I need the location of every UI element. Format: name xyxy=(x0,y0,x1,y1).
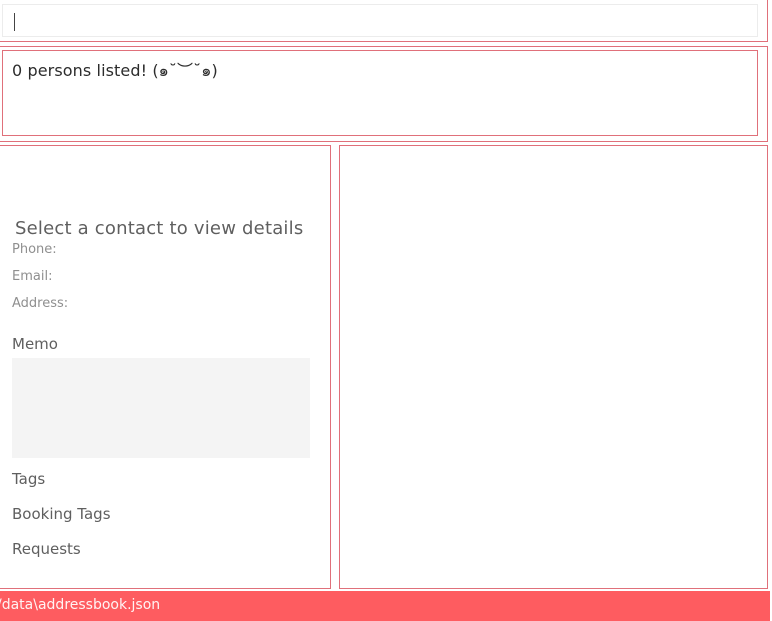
phone-label: Phone: xyxy=(12,242,57,257)
command-input[interactable] xyxy=(2,4,758,37)
app-window: 0 persons listed! (๑˘︶˘๑) Select a conta… xyxy=(0,0,772,621)
address-label: Address: xyxy=(12,296,69,311)
memo-field[interactable] xyxy=(12,358,310,458)
status-bar: /data\addressbook.json xyxy=(0,591,770,621)
contact-detail-panel: Select a contact to view details Phone: … xyxy=(0,145,331,589)
requests-label: Requests xyxy=(12,540,81,558)
tags-label: Tags xyxy=(12,470,46,488)
detail-placeholder-title: Select a contact to view details xyxy=(15,218,304,239)
result-message: 0 persons listed! (๑˘︶˘๑) xyxy=(12,61,218,80)
result-display-container: 0 persons listed! (๑˘︶˘๑) xyxy=(0,46,768,142)
booking-tags-label: Booking Tags xyxy=(12,505,111,523)
file-path-status: /data\addressbook.json xyxy=(0,597,161,613)
command-box-container xyxy=(0,0,768,42)
text-cursor xyxy=(14,13,15,31)
result-display: 0 persons listed! (๑˘︶˘๑) xyxy=(2,50,758,136)
memo-label: Memo xyxy=(12,335,58,353)
email-label: Email: xyxy=(12,269,53,284)
person-list-panel xyxy=(339,145,768,589)
